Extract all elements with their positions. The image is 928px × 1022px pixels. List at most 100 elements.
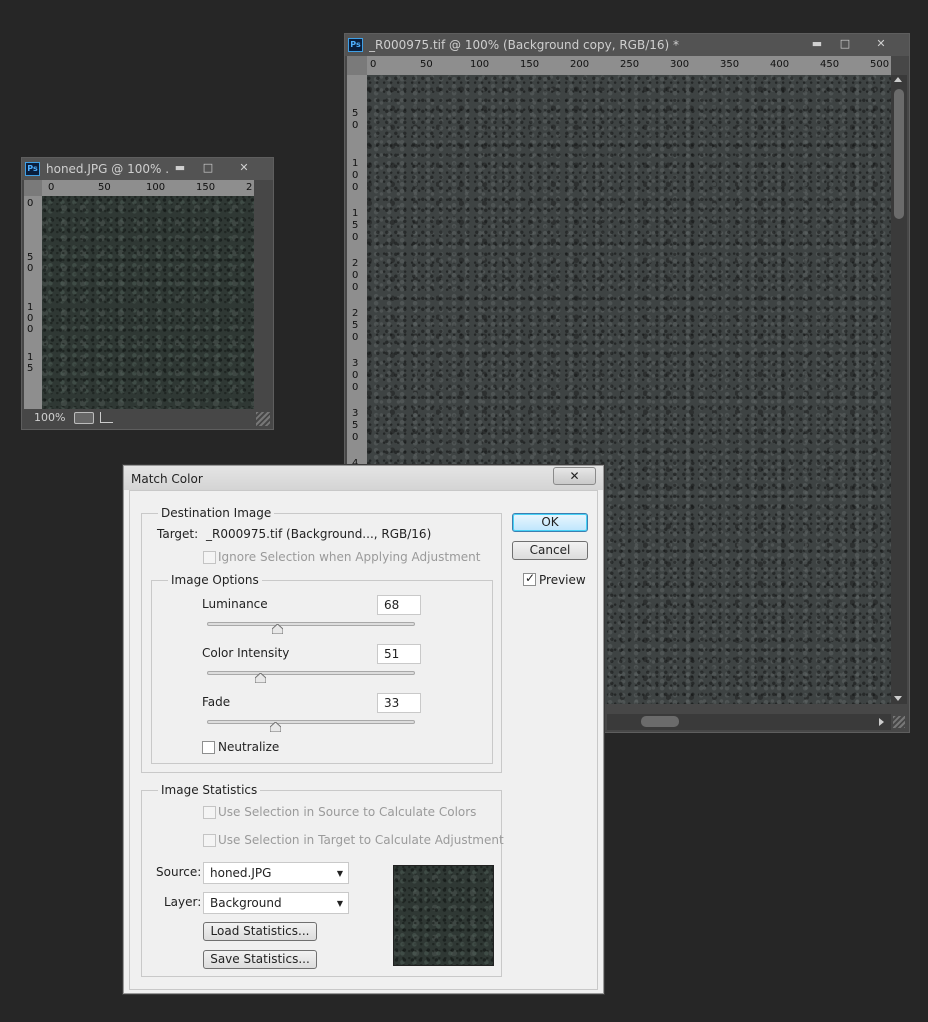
color-intensity-input[interactable]: 51 xyxy=(377,644,421,664)
cancel-button[interactable]: Cancel xyxy=(512,541,588,560)
load-statistics-button[interactable]: Load Statistics... xyxy=(203,922,317,941)
status-info-icon[interactable] xyxy=(74,412,94,424)
destination-image-group: Destination Image Target: _R000975.tif (… xyxy=(141,513,502,773)
fade-input[interactable]: 33 xyxy=(377,693,421,713)
ruler-tick: 50 xyxy=(98,182,111,193)
close-button[interactable]: ✕ xyxy=(867,36,895,52)
ruler-tick: 2 xyxy=(352,308,358,320)
color-intensity-label: Color Intensity xyxy=(202,646,289,660)
ruler-tick: 1 5 xyxy=(27,352,35,374)
luminance-input[interactable]: 68 xyxy=(377,595,421,615)
horizontal-scroll-thumb[interactable] xyxy=(641,716,679,727)
horizontal-ruler: 0 50 100 150 2 xyxy=(42,180,254,196)
resize-grip-icon[interactable] xyxy=(256,412,270,426)
neutralize-checkbox[interactable] xyxy=(202,741,215,754)
luminance-slider-thumb[interactable] xyxy=(272,624,283,634)
ruler-tick: 3 xyxy=(352,408,358,420)
image-options-label: Image Options xyxy=(168,573,262,587)
ruler-tick: 150 xyxy=(520,59,539,70)
checkmark-icon: ✓ xyxy=(525,571,535,585)
scroll-up-icon[interactable] xyxy=(894,77,902,82)
ruler-tick: 0 xyxy=(352,432,358,444)
ruler-tick: 300 xyxy=(670,59,689,70)
ruler-tick: 5 0 xyxy=(27,252,35,274)
luminance-slider-track[interactable] xyxy=(207,622,415,626)
ruler-tick: 0 xyxy=(352,370,358,382)
source-dropdown[interactable]: honed.JPG ▼ xyxy=(203,862,349,884)
ruler-tick: 400 xyxy=(770,59,789,70)
ruler-tick: 0 xyxy=(352,232,358,244)
source-label: Source: xyxy=(156,865,201,879)
ruler-tick: 0 xyxy=(352,270,358,282)
ok-button[interactable]: OK xyxy=(512,513,588,532)
export-arrow-icon[interactable] xyxy=(100,412,113,423)
ruler-tick: 5 xyxy=(352,320,358,332)
vertical-ruler: 0 5 0 1 0 0 1 5 xyxy=(24,196,42,409)
ruler-tick: 5 xyxy=(352,108,358,120)
maximize-button[interactable]: □ xyxy=(831,36,859,52)
photoshop-icon: Ps xyxy=(25,162,40,176)
source-value: honed.JPG xyxy=(210,866,271,880)
ruler-tick: 100 xyxy=(470,59,489,70)
ruler-tick: 0 xyxy=(352,170,358,182)
horizontal-scrollbar[interactable] xyxy=(607,714,891,730)
ruler-tick: 0 xyxy=(352,282,358,294)
use-source-selection-checkbox[interactable] xyxy=(203,806,216,819)
close-button[interactable]: ✕ xyxy=(230,160,258,176)
ruler-tick: 500 xyxy=(870,59,889,70)
ignore-selection-checkbox[interactable] xyxy=(203,551,216,564)
ruler-tick: 100 xyxy=(146,182,165,193)
fade-slider-thumb[interactable] xyxy=(270,722,281,732)
honed-image-canvas[interactable] xyxy=(42,196,254,409)
ruler-tick: 5 xyxy=(352,420,358,432)
zoom-level[interactable]: 100% xyxy=(34,411,65,424)
image-statistics-group: Image Statistics Use Selection in Source… xyxy=(141,790,502,977)
ruler-tick: 50 xyxy=(420,59,433,70)
color-intensity-slider-track[interactable] xyxy=(207,671,415,675)
fade-slider-track[interactable] xyxy=(207,720,415,724)
dialog-title: Match Color xyxy=(131,472,203,486)
minimize-button[interactable]: ▬ xyxy=(166,160,194,176)
use-target-selection-label: Use Selection in Target to Calculate Adj… xyxy=(218,833,504,847)
use-source-selection-label: Use Selection in Source to Calculate Col… xyxy=(218,805,476,819)
ignore-selection-label: Ignore Selection when Applying Adjustmen… xyxy=(218,550,480,564)
ruler-tick: 1 0 0 xyxy=(27,302,35,335)
fade-label: Fade xyxy=(202,695,230,709)
document-titlebar[interactable]: Ps honed.JPG @ 100% ... ▬ □ ✕ xyxy=(22,158,273,180)
minimize-button[interactable]: ▬ xyxy=(803,36,831,52)
ruler-tick: 450 xyxy=(820,59,839,70)
image-options-group: Image Options Luminance 68 Color Intensi… xyxy=(151,580,493,764)
honed-document-window[interactable]: Ps honed.JPG @ 100% ... ▬ □ ✕ 0 50 100 1… xyxy=(21,157,274,430)
layer-dropdown[interactable]: Background ▼ xyxy=(203,892,349,914)
target-label: Target: xyxy=(157,527,198,541)
image-statistics-label: Image Statistics xyxy=(158,783,260,797)
scroll-right-icon[interactable] xyxy=(879,718,884,726)
preview-checkbox[interactable]: ✓ xyxy=(523,573,536,586)
ruler-tick: 0 xyxy=(352,182,358,194)
chevron-down-icon: ▼ xyxy=(337,894,343,914)
ruler-corner xyxy=(24,180,42,196)
use-target-selection-checkbox[interactable] xyxy=(203,834,216,847)
match-color-dialog[interactable]: Match Color ✕ Destination Image Target: … xyxy=(123,465,604,994)
maximize-button[interactable]: □ xyxy=(194,160,222,176)
destination-image-label: Destination Image xyxy=(158,506,274,520)
resize-grip-icon[interactable] xyxy=(893,716,905,728)
ruler-tick: 1 xyxy=(352,208,358,220)
color-intensity-slider-thumb[interactable] xyxy=(255,673,266,683)
vertical-scrollbar[interactable] xyxy=(891,75,907,704)
save-statistics-button[interactable]: Save Statistics... xyxy=(203,950,317,969)
ruler-corner xyxy=(347,56,367,75)
dialog-close-button[interactable]: ✕ xyxy=(553,467,596,485)
ruler-tick: 2 xyxy=(352,258,358,270)
ruler-tick: 200 xyxy=(570,59,589,70)
document-title: _R000975.tif @ 100% (Background copy, RG… xyxy=(369,38,679,52)
chevron-down-icon: ▼ xyxy=(337,864,343,884)
document-title: honed.JPG @ 100% ... xyxy=(46,162,170,176)
scroll-down-icon[interactable] xyxy=(894,696,902,701)
ruler-tick: 350 xyxy=(720,59,739,70)
dialog-titlebar[interactable]: Match Color ✕ xyxy=(124,466,603,490)
ruler-tick: 150 xyxy=(196,182,215,193)
document-titlebar[interactable]: Ps _R000975.tif @ 100% (Background copy,… xyxy=(345,34,909,56)
ruler-tick: 0 xyxy=(48,182,54,193)
vertical-scroll-thumb[interactable] xyxy=(894,89,904,219)
